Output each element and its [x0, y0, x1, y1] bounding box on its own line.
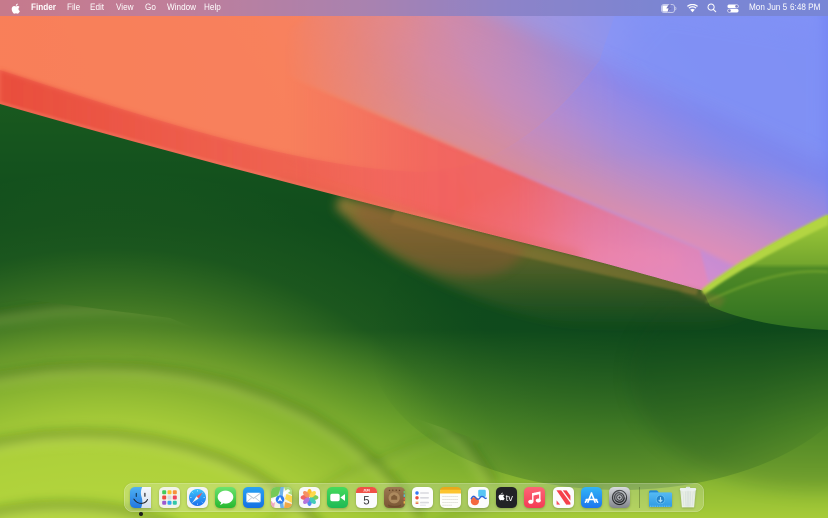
svg-text:5: 5 [363, 495, 369, 507]
svg-text:JUN: JUN [363, 489, 370, 493]
svg-text:tv: tv [506, 492, 514, 503]
